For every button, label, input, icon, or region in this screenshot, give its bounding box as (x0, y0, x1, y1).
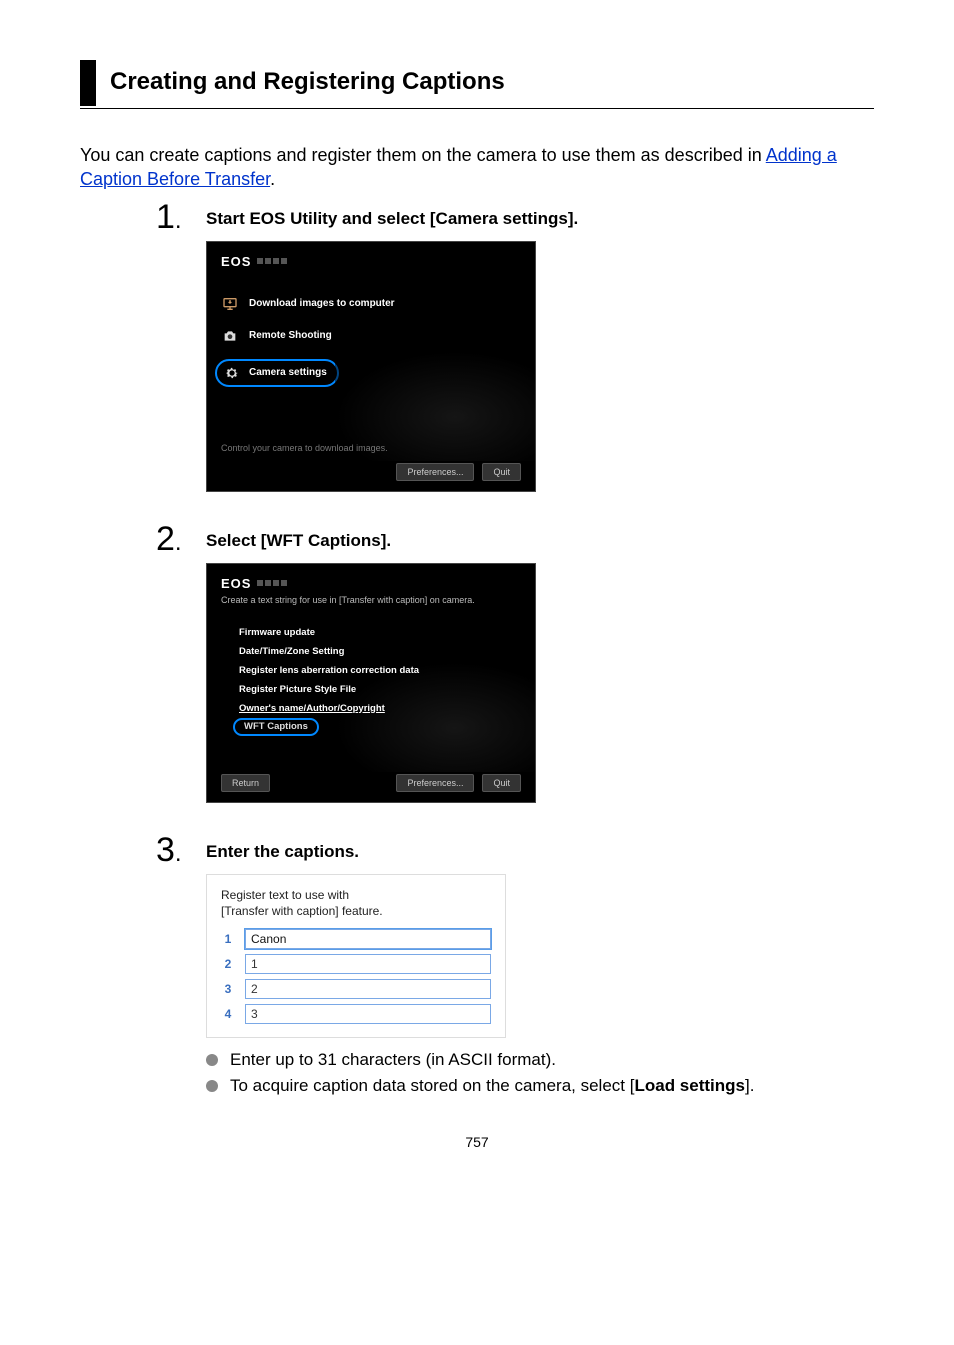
caption-input-4[interactable] (245, 1004, 491, 1024)
option-remote-shooting[interactable]: Remote Shooting (221, 327, 521, 345)
eos-model-blocks (257, 258, 287, 264)
bullet-2-bold: Load settings (634, 1076, 745, 1095)
preferences-button[interactable]: Preferences... (396, 774, 474, 792)
section-title-block: Creating and Registering Captions (80, 60, 874, 109)
camera-icon (221, 327, 239, 345)
step-number-digit: 1 (156, 198, 175, 236)
setting-lens-aberration[interactable]: Register lens aberration correction data (239, 661, 521, 680)
setting-wft-captions[interactable]: WFT Captions (233, 718, 319, 736)
option-remote-label: Remote Shooting (249, 330, 332, 341)
caption-row-4: 4 (221, 1004, 491, 1024)
step-heading: Start EOS Utility and select [Camera set… (206, 200, 874, 229)
caption-input-1[interactable] (245, 929, 491, 949)
step-2: 2. Select [WFT Captions]. EOS Create a t… (156, 522, 874, 825)
bullet-2-after: ]. (745, 1076, 754, 1095)
step-number-dot: . (175, 840, 182, 867)
option-settings-label: Camera settings (249, 367, 327, 378)
panel-footer-text: Control your camera to download images. (221, 443, 521, 453)
panel-subtitle: Create a text string for use in [Transfe… (221, 595, 521, 605)
eos-model-blocks (257, 580, 287, 586)
bullet-2: To acquire caption data stored on the ca… (206, 1074, 874, 1098)
page-title: Creating and Registering Captions (110, 60, 505, 108)
dialog-title-line1: Register text to use with (221, 888, 349, 902)
page-number: 757 (80, 1134, 874, 1150)
caption-row-number: 2 (221, 957, 235, 971)
preferences-button[interactable]: Preferences... (396, 463, 474, 481)
wft-captions-dialog: Register text to use with [Transfer with… (206, 874, 506, 1038)
caption-row-1: 1 (221, 929, 491, 949)
step-number-dot: . (175, 529, 182, 556)
caption-input-2[interactable] (245, 954, 491, 974)
step-number: 1. (156, 200, 206, 514)
eos-utility-main-panel: EOS Download images to computer Remote S… (206, 241, 536, 492)
quit-button[interactable]: Quit (482, 463, 521, 481)
intro-text-after: . (270, 169, 275, 189)
bullet-1-text: Enter up to 31 characters (in ASCII form… (230, 1048, 556, 1072)
bullet-icon (206, 1054, 218, 1066)
title-leading-bar (80, 60, 96, 106)
caption-row-3: 3 (221, 979, 491, 999)
setting-picture-style[interactable]: Register Picture Style File (239, 680, 521, 699)
caption-row-number: 1 (221, 932, 235, 946)
option-camera-settings[interactable]: Camera settings (215, 359, 339, 387)
step-number-dot: . (175, 207, 182, 234)
bullet-icon (206, 1080, 218, 1092)
caption-row-number: 4 (221, 1007, 235, 1021)
step-number-digit: 2 (156, 520, 175, 558)
setting-firmware-update[interactable]: Firmware update (239, 623, 521, 642)
gear-icon (223, 364, 241, 382)
caption-row-number: 3 (221, 982, 235, 996)
eos-logo: EOS (221, 576, 251, 591)
step-3: 3. Enter the captions. Register text to … (156, 833, 874, 1100)
intro-paragraph: You can create captions and register the… (80, 143, 874, 192)
step-heading: Enter the captions. (206, 833, 874, 862)
setting-datetime-zone[interactable]: Date/Time/Zone Setting (239, 642, 521, 661)
bullet-2-text: To acquire caption data stored on the ca… (230, 1074, 754, 1098)
bullet-2-before: To acquire caption data stored on the ca… (230, 1076, 634, 1095)
step-number: 3. (156, 833, 206, 1100)
step-1: 1. Start EOS Utility and select [Camera … (156, 200, 874, 514)
option-download-label: Download images to computer (249, 298, 395, 309)
step-heading: Select [WFT Captions]. (206, 522, 874, 551)
step-number: 2. (156, 522, 206, 825)
eos-logo: EOS (221, 254, 251, 269)
bullet-1: Enter up to 31 characters (in ASCII form… (206, 1048, 874, 1072)
dialog-title-line2: [Transfer with caption] feature. (221, 904, 383, 918)
quit-button[interactable]: Quit (482, 774, 521, 792)
camera-settings-panel: EOS Create a text string for use in [Tra… (206, 563, 536, 803)
caption-row-2: 2 (221, 954, 491, 974)
option-download-images[interactable]: Download images to computer (221, 295, 521, 313)
setting-owner-author[interactable]: Owner's name/Author/Copyright (239, 699, 521, 718)
dialog-title: Register text to use with [Transfer with… (221, 887, 491, 919)
intro-text-before: You can create captions and register the… (80, 145, 766, 165)
monitor-download-icon (221, 295, 239, 313)
return-button[interactable]: Return (221, 774, 270, 792)
caption-input-3[interactable] (245, 979, 491, 999)
step-number-digit: 3 (156, 831, 175, 869)
